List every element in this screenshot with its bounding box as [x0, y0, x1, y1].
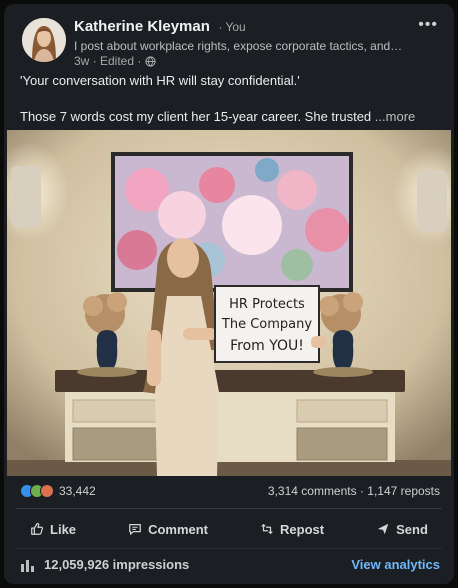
post-image[interactable]: HR Protects The Company From YOU!	[7, 130, 451, 476]
divider	[16, 508, 442, 509]
sign-text-line1: HR Protects	[229, 297, 305, 312]
comment-button[interactable]: Comment	[128, 514, 208, 544]
reactions-count[interactable]: 33,442	[59, 484, 96, 498]
send-label: Send	[396, 521, 428, 537]
repost-button[interactable]: Repost	[260, 514, 324, 544]
post-header: Katherine Kleyman · You I post about wor…	[4, 4, 454, 68]
action-bar: Like Comment Repost Send	[4, 514, 454, 544]
author-headline: I post about workplace rights, expose co…	[74, 39, 404, 53]
author-line: Katherine Kleyman · You	[74, 18, 246, 36]
post-text-line1: 'Your conversation with HR will stay con…	[20, 73, 300, 88]
repost-label: Repost	[280, 521, 325, 537]
sign-text-line2: The Company	[221, 317, 312, 332]
bar-chart-icon	[21, 559, 34, 572]
post-meta-text: 3w · Edited ·	[74, 54, 142, 68]
send-icon	[377, 523, 389, 535]
author-you-badge: · You	[218, 20, 246, 34]
comment-label: Comment	[148, 521, 209, 537]
author-name[interactable]: Katherine Kleyman	[74, 18, 210, 35]
avatar-image	[22, 18, 66, 62]
more-options-icon[interactable]: •••	[418, 16, 438, 34]
globe-icon	[145, 55, 156, 67]
repost-icon	[261, 524, 273, 534]
comments-reposts-count[interactable]: 3,314 comments · 1,147 reposts	[268, 484, 440, 498]
divider	[16, 548, 442, 549]
impressions: 12,059,926 impressions	[20, 557, 189, 572]
analytics-bar: 12,059,926 impressions View analytics	[20, 554, 440, 576]
love-reaction-icon	[40, 484, 54, 498]
post-meta: 3w · Edited ·	[74, 54, 156, 68]
post-text-line2: Those 7 words cost my client her 15-year…	[20, 108, 440, 126]
social-counts: 33,442 3,314 comments · 1,147 reposts	[20, 484, 440, 504]
post-text-line2-content: Those 7 words cost my client her 15-year…	[20, 109, 372, 124]
send-button[interactable]: Send	[376, 514, 428, 544]
see-more-link[interactable]: ...more	[375, 109, 415, 124]
thumbs-up-icon	[31, 522, 44, 535]
like-button[interactable]: Like	[30, 514, 76, 544]
like-label: Like	[50, 521, 77, 537]
impressions-count: 12,059,926 impressions	[44, 557, 190, 572]
post-text: 'Your conversation with HR will stay con…	[20, 72, 440, 126]
reactions[interactable]: 33,442	[20, 484, 96, 498]
post-photo: HR Protects The Company From YOU!	[7, 130, 451, 476]
view-analytics-link[interactable]: View analytics	[351, 557, 440, 572]
sign-text-line3: From YOU!	[230, 338, 304, 354]
post-card: Katherine Kleyman · You I post about wor…	[4, 4, 454, 584]
comment-icon	[129, 524, 141, 535]
author-avatar[interactable]	[22, 18, 66, 62]
